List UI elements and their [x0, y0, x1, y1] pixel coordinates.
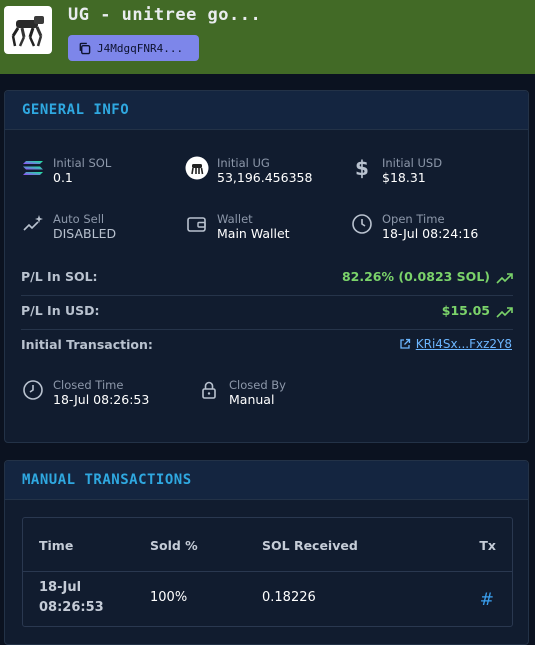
clock-icon: [23, 380, 43, 400]
divider: [21, 329, 513, 330]
manual-transactions-header: MANUAL TRANSACTIONS: [5, 461, 528, 500]
token-avatar-icon: [185, 156, 209, 180]
auto-sparkle-icon: [23, 215, 43, 231]
token-title: UG - unitree go...: [68, 5, 262, 25]
column-time: Time: [39, 538, 74, 553]
wallet-value: Main Wallet: [217, 226, 290, 241]
closed-time-label: Closed Time: [53, 378, 124, 392]
pl-sol-label: P/L In SOL:: [21, 269, 98, 284]
general-info-title: GENERAL INFO: [22, 102, 130, 118]
dollar-icon: $: [355, 156, 369, 180]
pl-sol-value: 82.26% (0.0823 SOL): [341, 269, 490, 284]
wallet-label: Wallet: [217, 212, 253, 226]
open-time-value: 18-Jul 08:24:16: [382, 226, 479, 241]
transactions-table: Time Sold % SOL Received Tx 18-Jul 08:26…: [22, 517, 513, 627]
token-header: UG - unitree go... J4MdgqFNR4...: [0, 0, 535, 74]
clock-icon: [352, 214, 372, 234]
initial-sol-label: Initial SOL: [53, 156, 112, 170]
copy-mint-button[interactable]: J4MdgqFNR4...: [68, 35, 199, 61]
wallet-icon: [187, 217, 206, 232]
copy-icon: [79, 42, 91, 54]
column-sold: Sold %: [150, 538, 198, 553]
token-logo: [4, 6, 52, 54]
svg-text:$: $: [355, 156, 369, 180]
initial-tx-hash: KRi4Sx...Fxz2Y8: [415, 337, 512, 351]
auto-sell-value: DISABLED: [53, 226, 117, 241]
solana-icon: [23, 161, 43, 175]
column-received: SOL Received: [262, 538, 358, 553]
closed-by-label: Closed By: [229, 378, 286, 392]
trending-up-icon: [496, 307, 513, 318]
row-tx-link[interactable]: #: [480, 590, 494, 610]
external-link-icon: [400, 338, 410, 349]
general-info-card: GENERAL INFO Initial SOL 0.1 Initial UG …: [4, 90, 529, 443]
row-time-date: 18-Jul: [39, 580, 82, 595]
manual-transactions-title: MANUAL TRANSACTIONS: [22, 472, 192, 488]
pl-usd-label: P/L In USD:: [21, 303, 100, 318]
trending-up-icon: [496, 273, 513, 284]
initial-usd-value: $18.31: [382, 170, 426, 185]
manual-transactions-card: MANUAL TRANSACTIONS Time Sold % SOL Rece…: [4, 460, 529, 645]
lock-icon: [202, 381, 216, 399]
closed-by-value: Manual: [229, 392, 275, 407]
divider: [21, 295, 513, 296]
column-tx: Tx: [479, 538, 496, 553]
general-info-header: GENERAL INFO: [5, 91, 528, 130]
auto-sell-label: Auto Sell: [53, 212, 105, 226]
initial-sol-value: 0.1: [53, 170, 73, 185]
row-sold: 100%: [150, 590, 188, 605]
initial-tx-link[interactable]: KRi4Sx...Fxz2Y8: [399, 337, 512, 351]
row-time-clock: 08:26:53: [39, 600, 104, 615]
initial-usd-label: Initial USD: [382, 156, 443, 170]
closed-time-value: 18-Jul 08:26:53: [53, 392, 150, 407]
table-header-divider: [23, 571, 512, 572]
row-received: 0.18226: [262, 590, 316, 605]
initial-ug-label: Initial UG: [217, 156, 270, 170]
open-time-label: Open Time: [382, 212, 445, 226]
mint-address: J4MdgqFNR4...: [97, 41, 184, 55]
pl-usd-value: $15.05: [441, 303, 490, 318]
initial-tx-label: Initial Transaction:: [21, 337, 153, 352]
initial-ug-value: 53,196.456358: [217, 170, 313, 185]
